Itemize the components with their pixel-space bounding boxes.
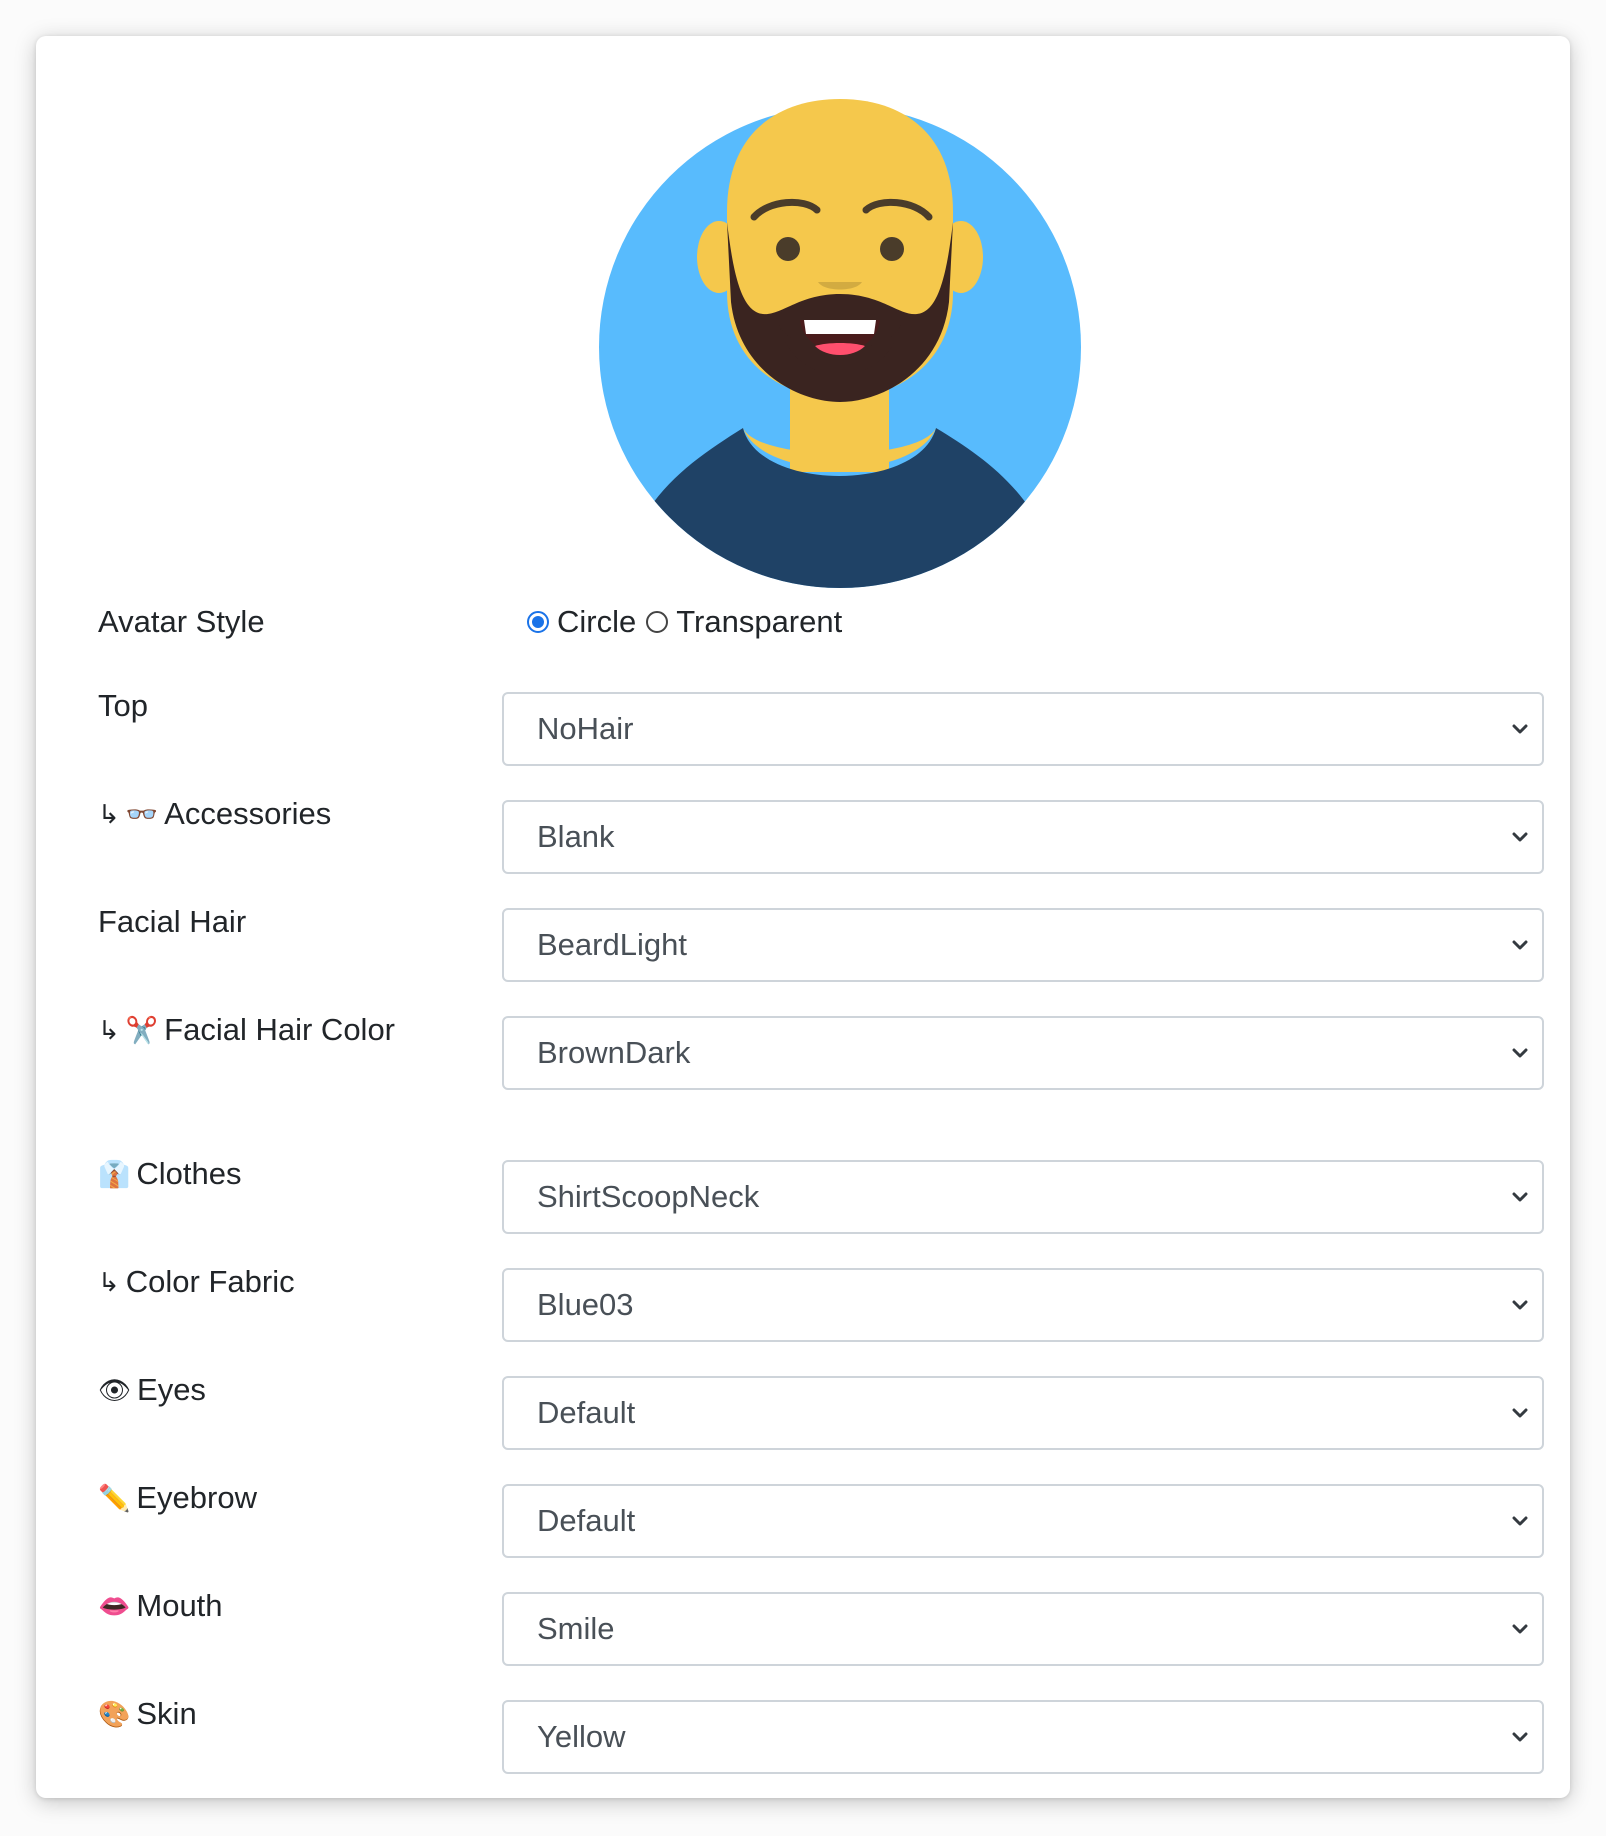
accessories-select[interactable]: Blank: [502, 800, 1544, 874]
arrow-indent-icon: ↳: [98, 1267, 120, 1297]
avatar-style-row: Avatar Style Circle Transparent: [98, 598, 1508, 646]
avatar-preview: [599, 62, 1081, 588]
facial-hair-color-select[interactable]: BrownDark: [502, 1016, 1544, 1090]
eyebrow-label: ✏️ Eyebrow: [98, 1474, 398, 1522]
chevron-down-icon: [1512, 724, 1528, 734]
avatar-style-label: Avatar Style: [98, 604, 265, 639]
clothes-label-text: Clothes: [136, 1156, 242, 1191]
color-fabric-select-value: Blue03: [537, 1287, 634, 1322]
facial-hair-color-icon: ✂️: [125, 1015, 159, 1045]
field-row-skin: 🎨 Skin Yellow: [98, 1696, 1544, 1796]
field-row-facial-hair: Facial Hair BeardLight: [98, 904, 1544, 1004]
avatar-editor-card: Avatar Style Circle Transparent Top NoHai…: [36, 36, 1570, 1798]
avatar-eye-left: [776, 237, 800, 261]
mouth-select[interactable]: Smile: [502, 1592, 1544, 1666]
eyebrow-select-value: Default: [537, 1503, 636, 1538]
eyes-select[interactable]: Default: [502, 1376, 1544, 1450]
chevron-down-icon: [1512, 1408, 1528, 1418]
accessories-select-value: Blank: [537, 819, 615, 854]
color-fabric-select[interactable]: Blue03: [502, 1268, 1544, 1342]
facial-hair-label-text: Facial Hair: [98, 904, 247, 939]
eyes-label-text: Eyes: [137, 1372, 206, 1407]
field-row-clothes: 👔 Clothes ShirtScoopNeck: [98, 1156, 1544, 1256]
chevron-down-icon: [1512, 1516, 1528, 1526]
eyes-label: 👁 Eyes: [98, 1366, 398, 1414]
mouth-label-text: Mouth: [136, 1588, 223, 1623]
clothes-select-value: ShirtScoopNeck: [537, 1179, 760, 1214]
eyebrow-label-text: Eyebrow: [136, 1480, 257, 1515]
field-row-accessories: ↳ 👓 Accessories Blank: [98, 796, 1544, 896]
field-row-facial-hair-color: ↳ ✂️ Facial Hair Color BrownDark: [98, 1012, 1544, 1112]
chevron-down-icon: [1512, 1624, 1528, 1634]
radio-transparent-label[interactable]: Transparent: [676, 604, 842, 640]
avatar-style-radio-group: Circle Transparent: [527, 598, 852, 646]
chevron-down-icon: [1512, 1048, 1528, 1058]
top-label-text: Top: [98, 688, 148, 723]
facial-hair-color-label-text: Facial Hair Color: [164, 1012, 396, 1047]
facial-hair-select-value: BeardLight: [537, 927, 687, 962]
top-select[interactable]: NoHair: [502, 692, 1544, 766]
skin-label: 🎨 Skin: [98, 1690, 398, 1738]
facial-hair-label: Facial Hair: [98, 898, 398, 946]
radio-transparent[interactable]: [646, 611, 669, 633]
top-label: Top: [98, 682, 398, 730]
accessories-label: ↳ 👓 Accessories: [98, 790, 398, 838]
color-fabric-label: ↳ Color Fabric: [98, 1258, 398, 1306]
chevron-down-icon: [1512, 1300, 1528, 1310]
chevron-down-icon: [1512, 1732, 1528, 1742]
accessories-label-text: Accessories: [164, 796, 332, 831]
eyes-select-value: Default: [537, 1395, 636, 1430]
avatar-eye-right: [880, 237, 904, 261]
page: Avatar Style Circle Transparent Top NoHai…: [0, 0, 1606, 1836]
color-fabric-label-text: Color Fabric: [125, 1264, 295, 1299]
eyebrow-select[interactable]: Default: [502, 1484, 1544, 1558]
chevron-down-icon: [1512, 1192, 1528, 1202]
eyebrow-icon: ✏️: [98, 1483, 131, 1513]
chevron-down-icon: [1512, 940, 1528, 950]
skin-label-text: Skin: [136, 1696, 197, 1731]
skin-icon: 🎨: [98, 1699, 131, 1729]
field-row-top: Top NoHair: [98, 688, 1544, 788]
facial-hair-select[interactable]: BeardLight: [502, 908, 1544, 982]
radio-circle-label[interactable]: Circle: [557, 604, 636, 640]
radio-circle[interactable]: [527, 611, 549, 633]
avatar-image: [599, 99, 1081, 588]
mouth-select-value: Smile: [537, 1611, 615, 1646]
mouth-label: 👄 Mouth: [98, 1582, 398, 1630]
clothes-select[interactable]: ShirtScoopNeck: [502, 1160, 1544, 1234]
arrow-indent-icon: ↳: [98, 1015, 120, 1045]
eyes-icon: 👁: [98, 1375, 132, 1405]
chevron-down-icon: [1512, 832, 1528, 842]
accessories-icon: 👓: [125, 799, 159, 829]
arrow-indent-icon: ↳: [98, 799, 120, 829]
mouth-icon: 👄: [98, 1591, 131, 1621]
skin-select-value: Yellow: [537, 1719, 626, 1754]
facial-hair-color-select-value: BrownDark: [537, 1035, 691, 1070]
field-row-eyebrow: ✏️ Eyebrow Default: [98, 1480, 1544, 1580]
facial-hair-color-label: ↳ ✂️ Facial Hair Color: [98, 1006, 398, 1054]
clothes-icon: 👔: [98, 1159, 131, 1189]
field-row-color-fabric: ↳ Color Fabric Blue03: [98, 1264, 1544, 1364]
field-row-mouth: 👄 Mouth Smile: [98, 1588, 1544, 1688]
top-select-value: NoHair: [537, 711, 634, 746]
skin-select[interactable]: Yellow: [502, 1700, 1544, 1774]
field-row-eyes: 👁 Eyes Default: [98, 1372, 1544, 1472]
clothes-label: 👔 Clothes: [98, 1150, 398, 1198]
